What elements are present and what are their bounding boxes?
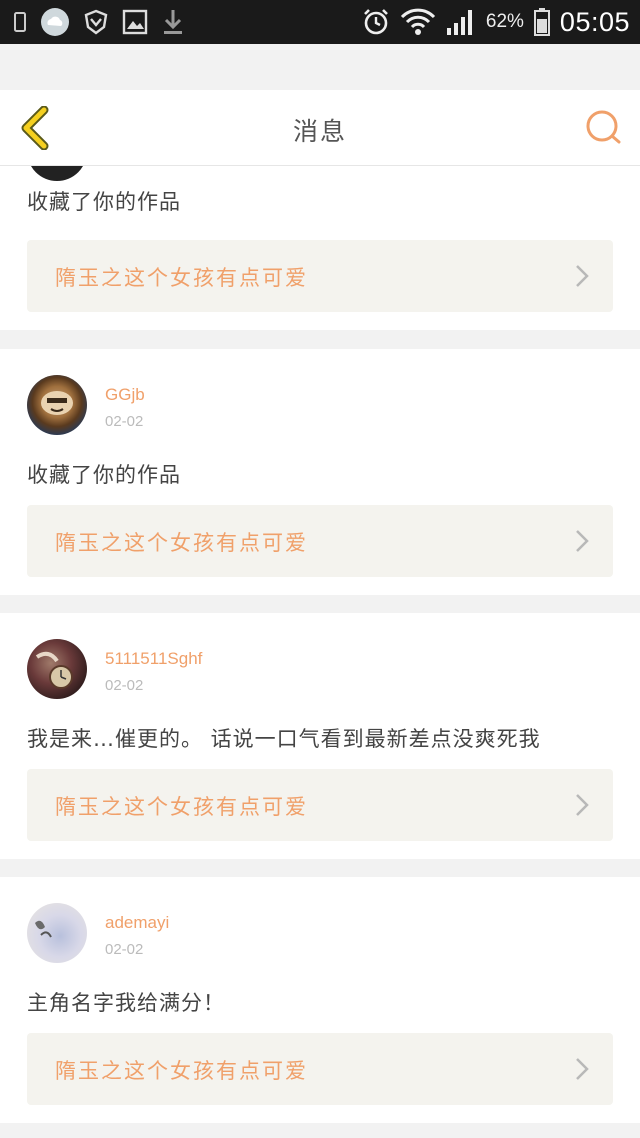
gallery-icon: [122, 9, 148, 35]
work-title: 隋玉之这个女孩有点可爱: [55, 1059, 308, 1083]
page-title: 消息: [292, 117, 347, 146]
download-icon: [162, 8, 184, 36]
alarm-icon: [362, 8, 390, 36]
work-link[interactable]: 隋玉之这个女孩有点可爱: [27, 240, 613, 312]
chevron-right-icon: [576, 794, 589, 816]
message-list: 收藏了你的作品 隋玉之这个女孩有点可爱 GGjb 02-02 收藏了你的作品 隋…: [0, 166, 640, 1138]
list-item: ademayi 02-02 主角名字我给满分！ 隋玉之这个女孩有点可爱: [0, 877, 640, 1123]
sim-card-icon: [14, 12, 26, 32]
work-link[interactable]: 隋玉之这个女孩有点可爱: [27, 505, 613, 577]
avatar[interactable]: [27, 166, 87, 181]
avatar[interactable]: [27, 639, 87, 699]
battery-icon: [533, 8, 550, 36]
work-title: 隋玉之这个女孩有点可爱: [55, 531, 308, 555]
status-bar: 62% 05:05: [0, 0, 640, 44]
list-item: GGjb 02-02 收藏了你的作品 隋玉之这个女孩有点可爱: [0, 349, 640, 595]
shield-icon: [84, 9, 108, 35]
message-text: 收藏了你的作品: [27, 463, 181, 487]
chevron-right-icon: [576, 530, 589, 552]
message-text: 收藏了你的作品: [27, 190, 181, 214]
message-date: 02-02: [105, 413, 144, 430]
username[interactable]: 5111511Sghf: [105, 649, 202, 669]
work-title: 隋玉之这个女孩有点可爱: [55, 795, 308, 819]
battery-percent: 62%: [485, 11, 524, 32]
work-title: 隋玉之这个女孩有点可爱: [55, 266, 308, 290]
work-link[interactable]: 隋玉之这个女孩有点可爱: [27, 1033, 613, 1105]
work-link[interactable]: 隋玉之这个女孩有点可爱: [27, 769, 613, 841]
signal-icon: [446, 8, 476, 36]
chevron-right-icon: [576, 1058, 589, 1080]
wifi-icon: [400, 7, 436, 37]
search-button[interactable]: [584, 108, 624, 148]
search-icon: [586, 110, 621, 144]
app-header: 消息: [0, 90, 640, 166]
list-item: 5111511Sghf 02-02 我是来…催更的。 话说一口气看到最新差点没爽…: [0, 613, 640, 859]
message-text: 主角名字我给满分！: [27, 991, 225, 1015]
avatar[interactable]: [27, 375, 87, 435]
message-date: 02-02: [105, 677, 144, 694]
weather-cloud-icon: [40, 7, 70, 37]
username[interactable]: GGjb: [105, 385, 145, 405]
message-text: 我是来…催更的。 话说一口气看到最新差点没爽死我: [27, 727, 541, 751]
list-item: 收藏了你的作品 隋玉之这个女孩有点可爱: [0, 166, 640, 330]
clock-time: 05:05: [559, 6, 630, 37]
username[interactable]: ademayi: [105, 913, 169, 933]
chevron-right-icon: [576, 265, 589, 287]
avatar[interactable]: [27, 903, 87, 963]
message-date: 02-02: [105, 941, 144, 958]
